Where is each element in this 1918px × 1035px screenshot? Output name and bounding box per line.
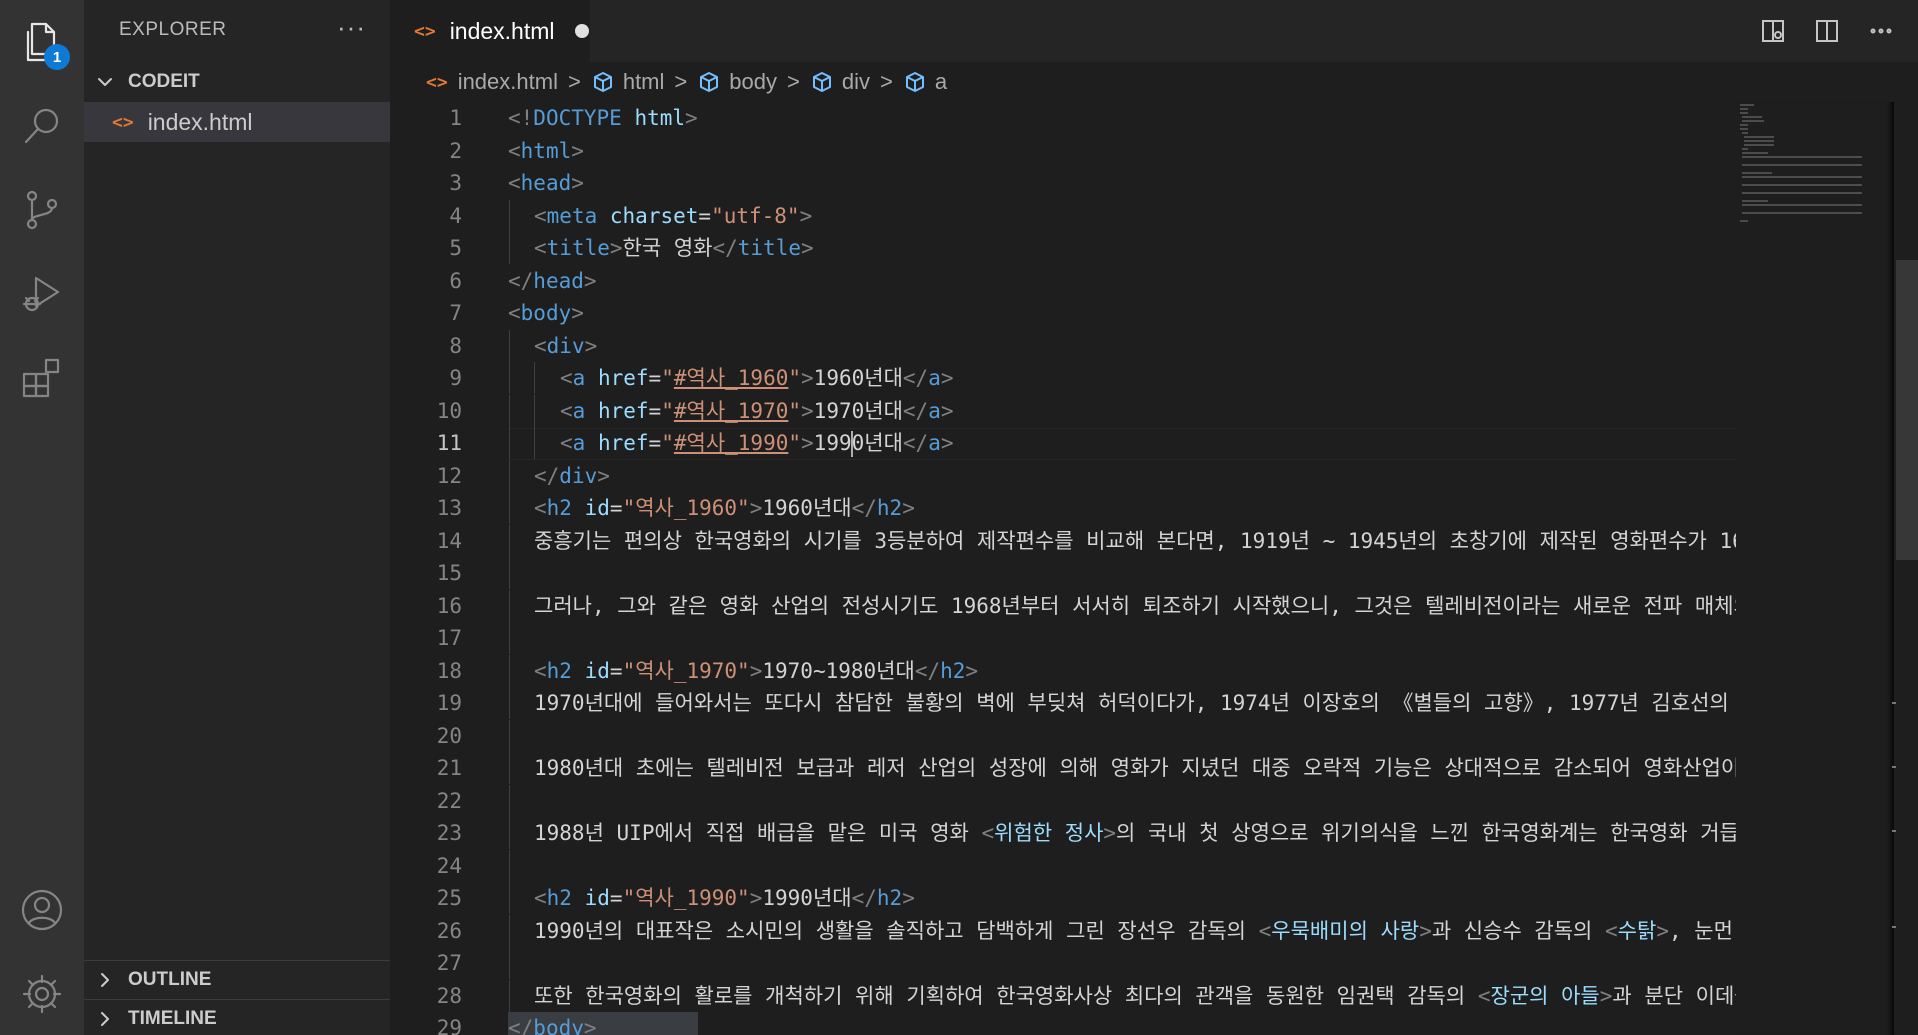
symbol-element-icon [810,70,834,94]
folder-section-codeit[interactable]: CODEIT [84,63,390,101]
file-label: index.html [147,108,253,135]
code-line: 26 1990년의 대표작은 소시민의 생활을 솔직하고 담백하게 그린 장선우 … [390,914,1736,947]
code-line: 2 <html> [449,138,584,163]
html-file-icon: <> [112,111,134,133]
symbol-element-icon [591,70,615,94]
code-line: 6 </head> [449,268,597,293]
code-line: 23 1988년 UIP에서 직접 배급을 맡은 미국 영화 <위험한 정사>의 … [390,817,1736,849]
open-preview-icon[interactable] [1756,14,1790,48]
code-line: 21 1980년대 초에는 텔레비전 보급과 레저 산업의 성장에 의해 영화가 … [390,752,1736,784]
code-line: 1 <!DOCTYPE html> [449,106,698,130]
chevron-right-icon [94,1008,116,1030]
code-line: 22 [390,784,1736,817]
breadcrumb-separator: > [674,69,688,94]
breadcrumb-separator: > [567,69,581,94]
html-file-icon: <> [426,71,448,93]
code-line: 28 또한 한국영화의 활로를 개척하기 위해 기획하여 한국영화사상 최다의 관… [390,979,1736,1012]
code-line: 10 <a href="#역사_1970">1970년대</a> [390,394,1736,427]
code-line: 15 [390,557,1736,589]
code-editor[interactable]: 1 <!DOCTYPE html> 2 <html> 3 <head> 4 <meta … [390,102,1736,1035]
tab-index-html[interactable]: <> index.html [390,0,590,62]
chevron-down-icon [94,71,116,93]
code-line: 29 </body> [390,1012,1736,1035]
breadcrumb-div[interactable]: div [810,69,870,95]
breadcrumb: <> index.html > html > body > div > a [390,62,1918,102]
code-line: 17 [390,622,1736,654]
outline-label: OUTLINE [128,969,212,990]
code-line: 24 [390,849,1736,882]
vertical-scrollbar[interactable] [1894,102,1918,1035]
code-line: 4 <meta charset="utf-8"> [390,199,1736,232]
outline-section[interactable]: OUTLINE [84,961,390,999]
folder-label: CODEIT [128,71,200,92]
code-line: 12 </div> [390,459,1736,492]
explorer-sidebar: EXPLORER ··· CODEIT <> index.html OUTLIN… [84,0,390,1035]
code-line: 13 <h2 id="역사_1960">1960년대</h2> [390,492,1736,524]
scrollbar-thumb[interactable] [1896,260,1918,560]
code-line: 14 중흥기는 편의상 한국영화의 시기를 3등분하여 제작편수를 비교해 본다면… [390,524,1736,557]
breadcrumb-a[interactable]: a [903,69,947,95]
scroll-marker [1892,926,1896,928]
scroll-marker [1892,830,1896,832]
breadcrumb-file[interactable]: <> index.html [426,69,558,95]
run-debug-icon[interactable] [0,252,84,336]
code-line: 8 <div> [390,329,1736,362]
code-line: 25 <h2 id="역사_1990">1990년대</h2> [390,882,1736,914]
account-icon[interactable] [0,868,84,952]
code-line: 5 <title>한국 영화</title> [390,232,1736,264]
breadcrumb-html[interactable]: html [591,69,664,95]
timeline-section[interactable]: TIMELINE [84,1000,390,1035]
code-line: 16 그러나, 그와 같은 영화 산업의 전성시기도 1968년부터 서서히 퇴조… [390,589,1736,622]
symbol-element-icon [903,70,927,94]
sidebar-more-button[interactable]: ··· [337,12,366,43]
activity-bar: 1 [0,0,84,1035]
code-line: 20 [390,719,1736,752]
scroll-marker [1892,702,1896,704]
editor-tab-bar: <> index.html [390,0,1918,62]
symbol-element-icon [697,70,721,94]
tab-label: index.html [449,17,555,44]
minimap[interactable] [1736,102,1894,1035]
breadcrumb-body[interactable]: body [697,69,777,95]
split-editor-icon[interactable] [1810,14,1844,48]
code-line: 27 [390,947,1736,979]
unsaved-dot-icon[interactable] [574,24,589,38]
explorer-icon[interactable]: 1 [0,0,84,84]
chevron-right-icon [94,969,116,991]
file-item-index-html[interactable]: <> index.html [84,102,390,142]
code-line: 3 <head> [449,171,584,195]
code-line: 18 <h2 id="역사_1970">1970~1980년대</h2> [390,654,1736,687]
code-line: 9 <a href="#역사_1960">1960년대</a> [390,362,1736,394]
explorer-badge: 1 [44,44,70,70]
search-icon[interactable] [0,84,84,168]
source-control-icon[interactable] [0,168,84,252]
code-line-active: 11 <a href="#역사_1990">1990년대</a> [390,427,1736,459]
scroll-marker [1892,766,1896,768]
breadcrumb-separator: > [786,69,800,94]
editor-actions [1756,14,1898,48]
timeline-label: TIMELINE [128,1008,217,1029]
code-line: 19 1970년대에 들어와서는 또다시 참담한 불황의 벽에 부딪쳐 허덕이다가… [390,687,1736,719]
extensions-icon[interactable] [0,336,84,420]
more-actions-icon[interactable] [1864,14,1898,48]
breadcrumb-separator: > [879,69,893,94]
code-line: 7 <body> [449,301,584,325]
html-file-icon: <> [414,20,436,42]
settings-gear-icon[interactable] [0,952,84,1035]
